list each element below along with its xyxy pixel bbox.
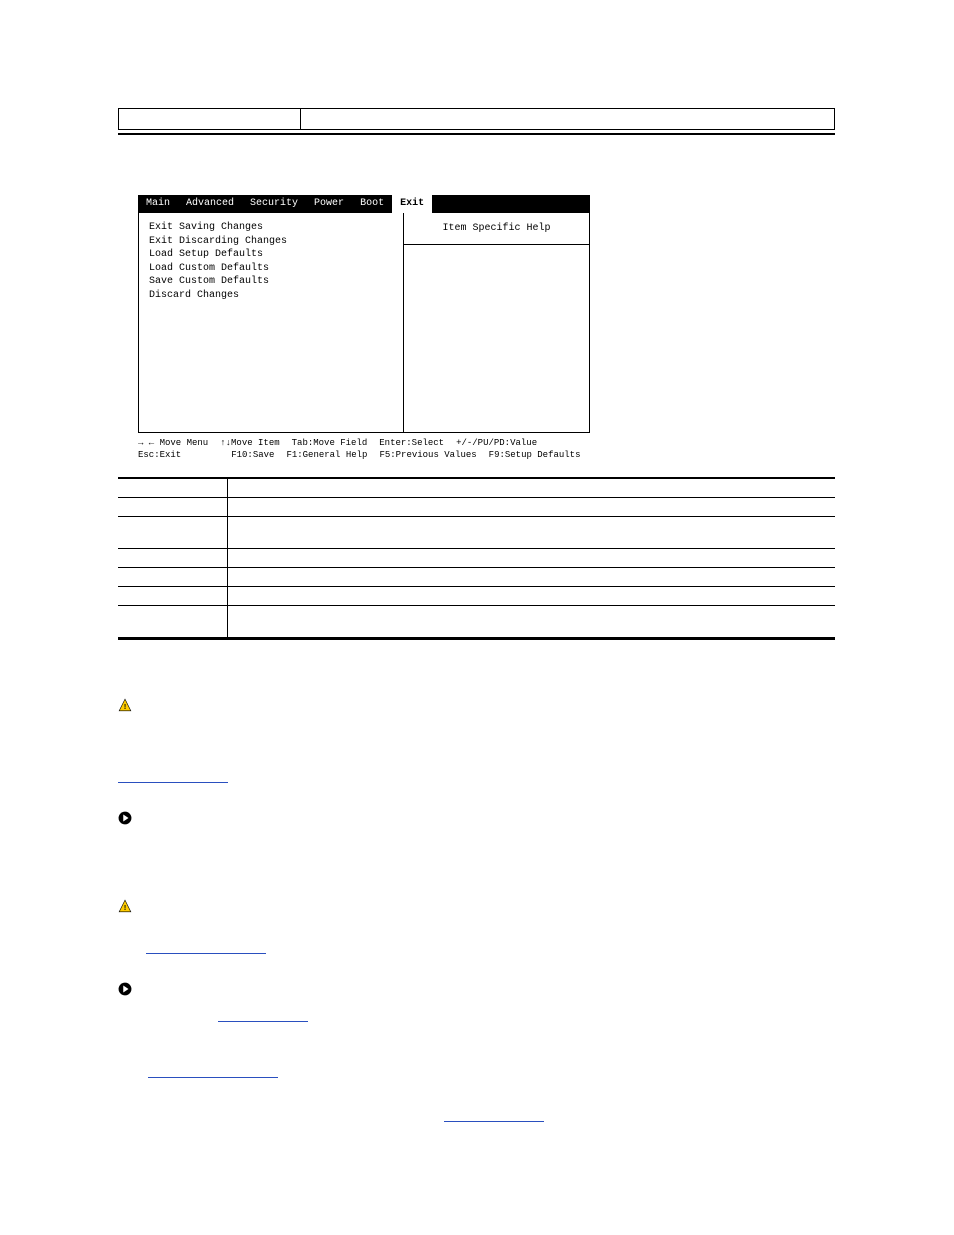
caution-text: CAUTION: Before you begin any of the pro… bbox=[118, 898, 830, 927]
hint: F1:General Help bbox=[286, 449, 367, 461]
hint: F9:Setup Defaults bbox=[489, 449, 581, 461]
bios-menu-bar: Main Advanced Security Power Boot Exit bbox=[138, 195, 590, 213]
caution-triangle-icon: ! bbox=[118, 899, 132, 913]
hint: F10:Save bbox=[231, 449, 274, 461]
caution-triangle-icon: ! bbox=[118, 698, 132, 712]
notice-arrow-icon bbox=[118, 811, 132, 825]
bios-help-body bbox=[404, 245, 589, 432]
section-title: Clearing Forgotten Passwords bbox=[118, 660, 835, 683]
notice-text: NOTICE: This process erases both the sys… bbox=[143, 981, 510, 995]
bios-item[interactable]: Save Custom Defaults bbox=[149, 275, 393, 289]
notice-row bbox=[118, 810, 835, 825]
bios-options-list: Exit Saving Changes Exit Discarding Chan… bbox=[139, 213, 404, 432]
bios-item[interactable]: Exit Saving Changes bbox=[149, 221, 393, 235]
bios-tab-exit[interactable]: Exit bbox=[392, 195, 432, 213]
bios-item[interactable]: Load Custom Defaults bbox=[149, 262, 393, 276]
bios-help-title: Item Specific Help bbox=[404, 213, 589, 245]
table-row bbox=[118, 498, 835, 517]
bios-help-panel: Item Specific Help bbox=[404, 213, 589, 432]
bios-key-hints: → ← Move Menu ↑↓Move Item Tab:Move Field… bbox=[138, 433, 590, 461]
header-rule bbox=[118, 133, 835, 135]
section-flashing-bios: Flashing the BIOS ® ® bbox=[118, 1080, 835, 1127]
table-row bbox=[118, 479, 835, 498]
bios-setup-panel: Main Advanced Security Power Boot Exit E… bbox=[138, 195, 590, 461]
link-before-you-begin[interactable] bbox=[118, 781, 228, 783]
link-inline[interactable] bbox=[148, 1076, 278, 1078]
table-bottom-rule bbox=[118, 638, 835, 640]
hint: Enter:Select bbox=[379, 437, 444, 449]
link-support[interactable] bbox=[444, 1120, 544, 1122]
options-table bbox=[118, 477, 835, 640]
link-before-you-begin[interactable] bbox=[146, 952, 266, 954]
hint: Tab:Move Field bbox=[292, 437, 368, 449]
caution-text: CAUTION: Before you begin any of the pro… bbox=[118, 697, 830, 726]
hint: +/-/PU/PD:Value bbox=[456, 437, 537, 449]
table-row bbox=[118, 587, 835, 606]
section-clearing-cmos: Clearing CMOS Settings ! CAUTION: Before… bbox=[118, 865, 835, 1084]
svg-text:!: ! bbox=[124, 905, 126, 912]
table-row bbox=[118, 517, 835, 549]
table-row bbox=[118, 568, 835, 587]
bios-tab-main[interactable]: Main bbox=[138, 195, 178, 213]
registered-mark-icon: ® bbox=[221, 1111, 228, 1121]
section-title: Flashing the BIOS bbox=[118, 1080, 835, 1103]
section-clearing-passwords: Clearing Forgotten Passwords ! CAUTION: … bbox=[118, 660, 835, 788]
bios-item[interactable]: Load Setup Defaults bbox=[149, 248, 393, 262]
svg-text:!: ! bbox=[124, 704, 126, 711]
notice-arrow-icon bbox=[118, 982, 132, 996]
registered-mark-icon: ® bbox=[281, 1111, 288, 1121]
link-inline[interactable] bbox=[218, 1020, 308, 1022]
section-title: Clearing CMOS Settings bbox=[118, 865, 835, 888]
hint: ↑↓Move Item bbox=[220, 437, 279, 449]
header-box-left bbox=[118, 108, 300, 130]
header-box-row bbox=[118, 108, 835, 130]
hint: → ← Move Menu bbox=[138, 437, 208, 449]
bios-tab-advanced[interactable]: Advanced bbox=[178, 195, 242, 213]
table-row bbox=[118, 606, 835, 638]
bios-body: Exit Saving Changes Exit Discarding Chan… bbox=[138, 213, 590, 433]
table-row bbox=[118, 549, 835, 568]
bios-item[interactable]: Exit Discarding Changes bbox=[149, 235, 393, 249]
bios-tab-boot[interactable]: Boot bbox=[352, 195, 392, 213]
bios-tab-power[interactable]: Power bbox=[306, 195, 352, 213]
hint: F5:Previous Values bbox=[379, 449, 476, 461]
bios-tab-security[interactable]: Security bbox=[242, 195, 306, 213]
bios-item[interactable]: Discard Changes bbox=[149, 289, 393, 303]
header-box-right bbox=[300, 108, 835, 130]
hint: Esc:Exit bbox=[138, 449, 181, 461]
